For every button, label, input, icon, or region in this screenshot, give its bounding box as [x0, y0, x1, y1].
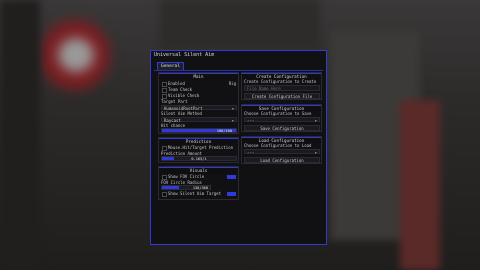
load-config-panel: Load Configuration Choose Configuration …: [241, 136, 322, 164]
chevron-down-icon: ▾: [314, 150, 317, 155]
tab-general[interactable]: General: [157, 62, 184, 70]
silent-aim-window: Universal Silent Aim General Main Enable…: [150, 50, 327, 245]
save-config-prompt: Choose Configuration to Save: [244, 111, 312, 116]
enabled-label: Enabled: [168, 81, 185, 86]
mouse-hit-label: Mouse.Hit/Target Prediction: [168, 145, 234, 150]
method-dropdown[interactable]: Raycast ▾: [161, 117, 237, 123]
fov-radius-value: 130/360: [192, 186, 208, 190]
show-target-label: Show Silent Aim Target: [168, 191, 221, 196]
show-target-checkbox[interactable]: [162, 192, 167, 197]
show-fov-label: Show FOV Circle: [168, 174, 205, 179]
target-color-swatch[interactable]: [227, 192, 236, 196]
enabled-keybind[interactable]: Rig: [229, 81, 236, 86]
method-label: Silent Aim Method: [161, 111, 202, 116]
save-config-value: ---: [247, 118, 255, 123]
save-config-button[interactable]: Save Configuration: [244, 125, 320, 131]
tab-bar: General: [154, 62, 323, 71]
create-config-panel: Create Configuration Create Configuratio…: [241, 72, 322, 100]
team-check-label: Team Check: [168, 87, 193, 92]
target-part-label: Target Part: [161, 99, 188, 104]
visuals-header: Visuals: [159, 167, 238, 174]
prediction-amount-value: 0.165/1: [191, 157, 207, 161]
load-config-value: ---: [247, 150, 255, 155]
config-name-input[interactable]: File Name Here: [244, 85, 320, 91]
chevron-down-icon: ▾: [231, 106, 234, 111]
fov-color-swatch[interactable]: [227, 175, 236, 179]
load-config-dropdown[interactable]: --- ▾: [244, 149, 320, 155]
load-config-button[interactable]: Load Configuration: [244, 157, 320, 163]
hit-chance-slider[interactable]: 100/100: [161, 128, 237, 133]
prediction-amount-slider[interactable]: 0.165/1: [161, 156, 237, 161]
chevron-down-icon: ▾: [314, 118, 317, 123]
enabled-checkbox[interactable]: [162, 82, 167, 87]
main-header: Main: [159, 73, 238, 80]
load-config-prompt: Choose Configuration to Load: [244, 143, 312, 148]
create-config-prompt: Create Configuration to Create: [244, 79, 317, 84]
team-check-checkbox[interactable]: [162, 88, 167, 93]
visuals-panel: Visuals Show FOV Circle FOV Circle Radiu…: [158, 166, 239, 200]
visible-check-label: Visible Check: [168, 93, 200, 98]
chevron-down-icon: ▾: [231, 118, 234, 123]
target-part-dropdown[interactable]: HumanoidRootPart ▾: [161, 105, 237, 111]
window-title: Universal Silent Aim: [154, 52, 215, 58]
prediction-panel: Prediction Mouse.Hit/Target Prediction P…: [158, 137, 239, 163]
main-panel: Main Enabled Rig Team Check Visible Chec…: [158, 72, 239, 134]
fov-radius-slider[interactable]: 130/360: [161, 185, 211, 190]
save-config-dropdown[interactable]: --- ▾: [244, 117, 320, 123]
prediction-header: Prediction: [159, 138, 238, 145]
hit-chance-value: 100/100: [216, 129, 232, 133]
save-config-panel: Save Configuration Choose Configuration …: [241, 104, 322, 132]
create-config-button[interactable]: Create Configuration File: [244, 93, 320, 99]
